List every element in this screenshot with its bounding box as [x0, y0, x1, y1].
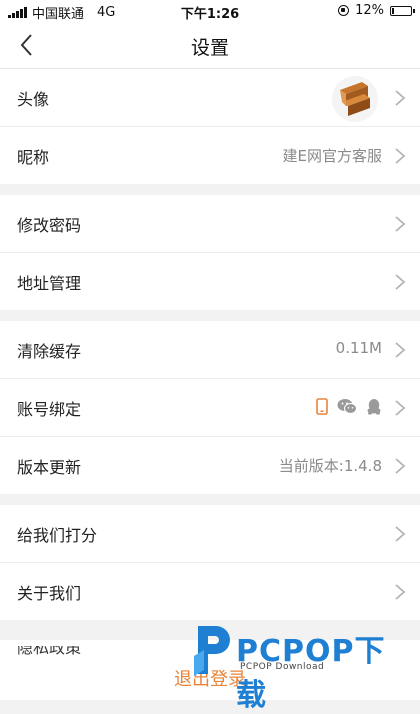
row-change-password[interactable]: 修改密码 [0, 195, 420, 253]
nav-bar: 设置 [0, 22, 420, 69]
nickname-value: 建E网官方客服 [282, 147, 382, 165]
row-label: 版本更新 [17, 458, 82, 477]
battery-fill [392, 7, 394, 14]
row-address-management[interactable]: 地址管理 [0, 253, 420, 310]
chevron-right-icon [395, 342, 406, 358]
qq-icon [367, 399, 381, 415]
settings-group-account: 修改密码 地址管理 [0, 195, 420, 310]
watermark: PCPOP下载 PCPOP Download [188, 622, 398, 713]
avatar[interactable] [332, 76, 378, 122]
chevron-right-icon [395, 458, 406, 474]
watermark-logo-icon [194, 626, 230, 676]
chevron-right-icon [395, 526, 406, 542]
row-label: 头像 [17, 90, 50, 109]
chevron-right-icon [395, 90, 406, 106]
row-label: 修改密码 [17, 216, 82, 235]
page-title: 设置 [190, 37, 229, 59]
chevron-right-icon [395, 148, 406, 164]
settings-group-about: 给我们打分 关于我们 [0, 505, 420, 620]
row-label: 地址管理 [17, 274, 82, 293]
settings-group-system: 清除缓存 0.11M 账号绑定 版本更新 当前版本:1.4.8 [0, 321, 420, 494]
row-about-us[interactable]: 关于我们 [0, 563, 420, 620]
row-label: 清除缓存 [17, 342, 82, 361]
wechat-icon [337, 399, 357, 414]
binding-icons [316, 398, 382, 415]
chevron-right-icon [395, 400, 406, 416]
chevron-right-icon [395, 274, 406, 290]
cache-size-value: 0.11M [335, 339, 382, 357]
row-version-update[interactable]: 版本更新 当前版本:1.4.8 [0, 437, 420, 494]
version-value: 当前版本:1.4.8 [278, 457, 382, 475]
chevron-right-icon [395, 584, 406, 600]
brand-logo-icon [340, 82, 370, 116]
row-label: 关于我们 [17, 584, 82, 603]
partial-row-label[interactable]: 隐私政策 [17, 646, 81, 658]
settings-group-profile: 头像 昵称 建E网官方客服 [0, 69, 420, 184]
status-right: 12% [338, 3, 415, 18]
row-account-binding[interactable]: 账号绑定 [0, 379, 420, 437]
row-label: 给我们打分 [17, 526, 98, 545]
battery-percent: 12% [355, 3, 384, 18]
phone-icon [316, 398, 328, 415]
row-nickname[interactable]: 昵称 建E网官方客服 [0, 127, 420, 184]
row-clear-cache[interactable]: 清除缓存 0.11M [0, 321, 420, 379]
row-label: 昵称 [17, 148, 50, 167]
row-avatar[interactable]: 头像 [0, 69, 420, 127]
row-rate-us[interactable]: 给我们打分 [0, 505, 420, 563]
orientation-lock-icon [338, 5, 350, 16]
chevron-right-icon [395, 216, 406, 232]
row-label: 账号绑定 [17, 400, 82, 419]
status-bar: 中国联通 4G 下午1:26 12% [0, 0, 420, 22]
watermark-sub: PCPOP Download [240, 662, 325, 672]
battery-icon [390, 5, 415, 16]
